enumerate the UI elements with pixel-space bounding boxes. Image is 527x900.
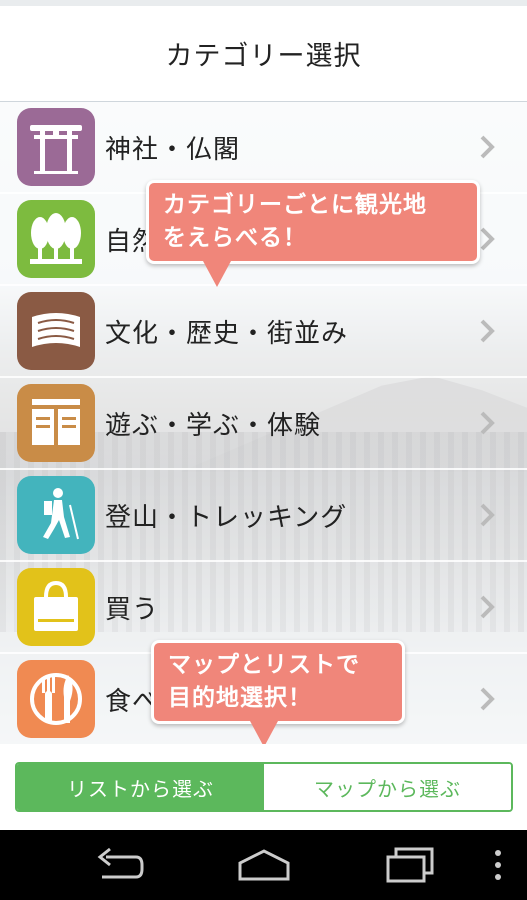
category-label: 買う xyxy=(105,594,160,625)
tooltip-line: をえらべる！ xyxy=(163,225,307,251)
overflow-menu-icon[interactable] xyxy=(490,847,506,883)
category-label: 神社・仏閣 xyxy=(105,134,241,165)
category-list-area[interactable]: 神社・仏閣 自然 文化・歴史・街並み 遊ぶ・学ぶ・体験 登山・トレッキング 買う… xyxy=(0,102,527,744)
hiker-icon xyxy=(17,476,95,554)
tooltip-line: 目的地選択！ xyxy=(168,685,312,711)
category-row-trekking[interactable]: 登山・トレッキング xyxy=(0,470,527,562)
view-toggle: リストから選ぶ マップから選ぶ xyxy=(15,762,513,812)
trees-icon xyxy=(17,200,95,278)
category-label: 文化・歴史・街並み xyxy=(105,318,349,349)
back-icon[interactable] xyxy=(92,847,144,883)
category-row-experience[interactable]: 遊ぶ・学ぶ・体験 xyxy=(0,378,527,470)
shopping-bag-icon xyxy=(17,568,95,646)
page-title: カテゴリー選択 xyxy=(165,41,362,72)
category-label: 登山・トレッキング xyxy=(105,502,348,533)
scroll-icon xyxy=(17,292,95,370)
list-view-button[interactable]: リストから選ぶ xyxy=(17,764,264,810)
book-icon xyxy=(17,384,95,462)
header: カテゴリー選択 xyxy=(0,6,527,102)
category-label: 遊ぶ・学ぶ・体験 xyxy=(105,410,322,441)
recent-apps-icon[interactable] xyxy=(384,847,436,883)
category-row-culture[interactable]: 文化・歴史・街並み xyxy=(0,286,527,378)
chevron-right-icon xyxy=(473,593,501,621)
tooltip-tail xyxy=(250,721,278,744)
chevron-right-icon xyxy=(473,501,501,529)
chevron-right-icon xyxy=(473,133,501,161)
chevron-right-icon xyxy=(473,409,501,437)
map-view-button[interactable]: マップから選ぶ xyxy=(264,764,511,810)
home-icon[interactable] xyxy=(236,847,292,883)
chevron-right-icon xyxy=(473,317,501,345)
system-nav-bar xyxy=(0,830,527,900)
map-tooltip: マップとリストで 目的地選択！ xyxy=(151,640,405,744)
torii-icon xyxy=(17,108,95,186)
tooltip-line: マップとリストで xyxy=(168,652,360,678)
tooltip-line: カテゴリーごとに観光地 xyxy=(163,192,427,218)
chevron-right-icon xyxy=(473,685,501,713)
view-toggle-bar: リストから選ぶ マップから選ぶ xyxy=(0,744,527,830)
category-tooltip: カテゴリーごとに観光地 をえらべる！ xyxy=(146,180,480,287)
tooltip-tail xyxy=(203,261,231,287)
fork-knife-icon xyxy=(17,660,95,738)
